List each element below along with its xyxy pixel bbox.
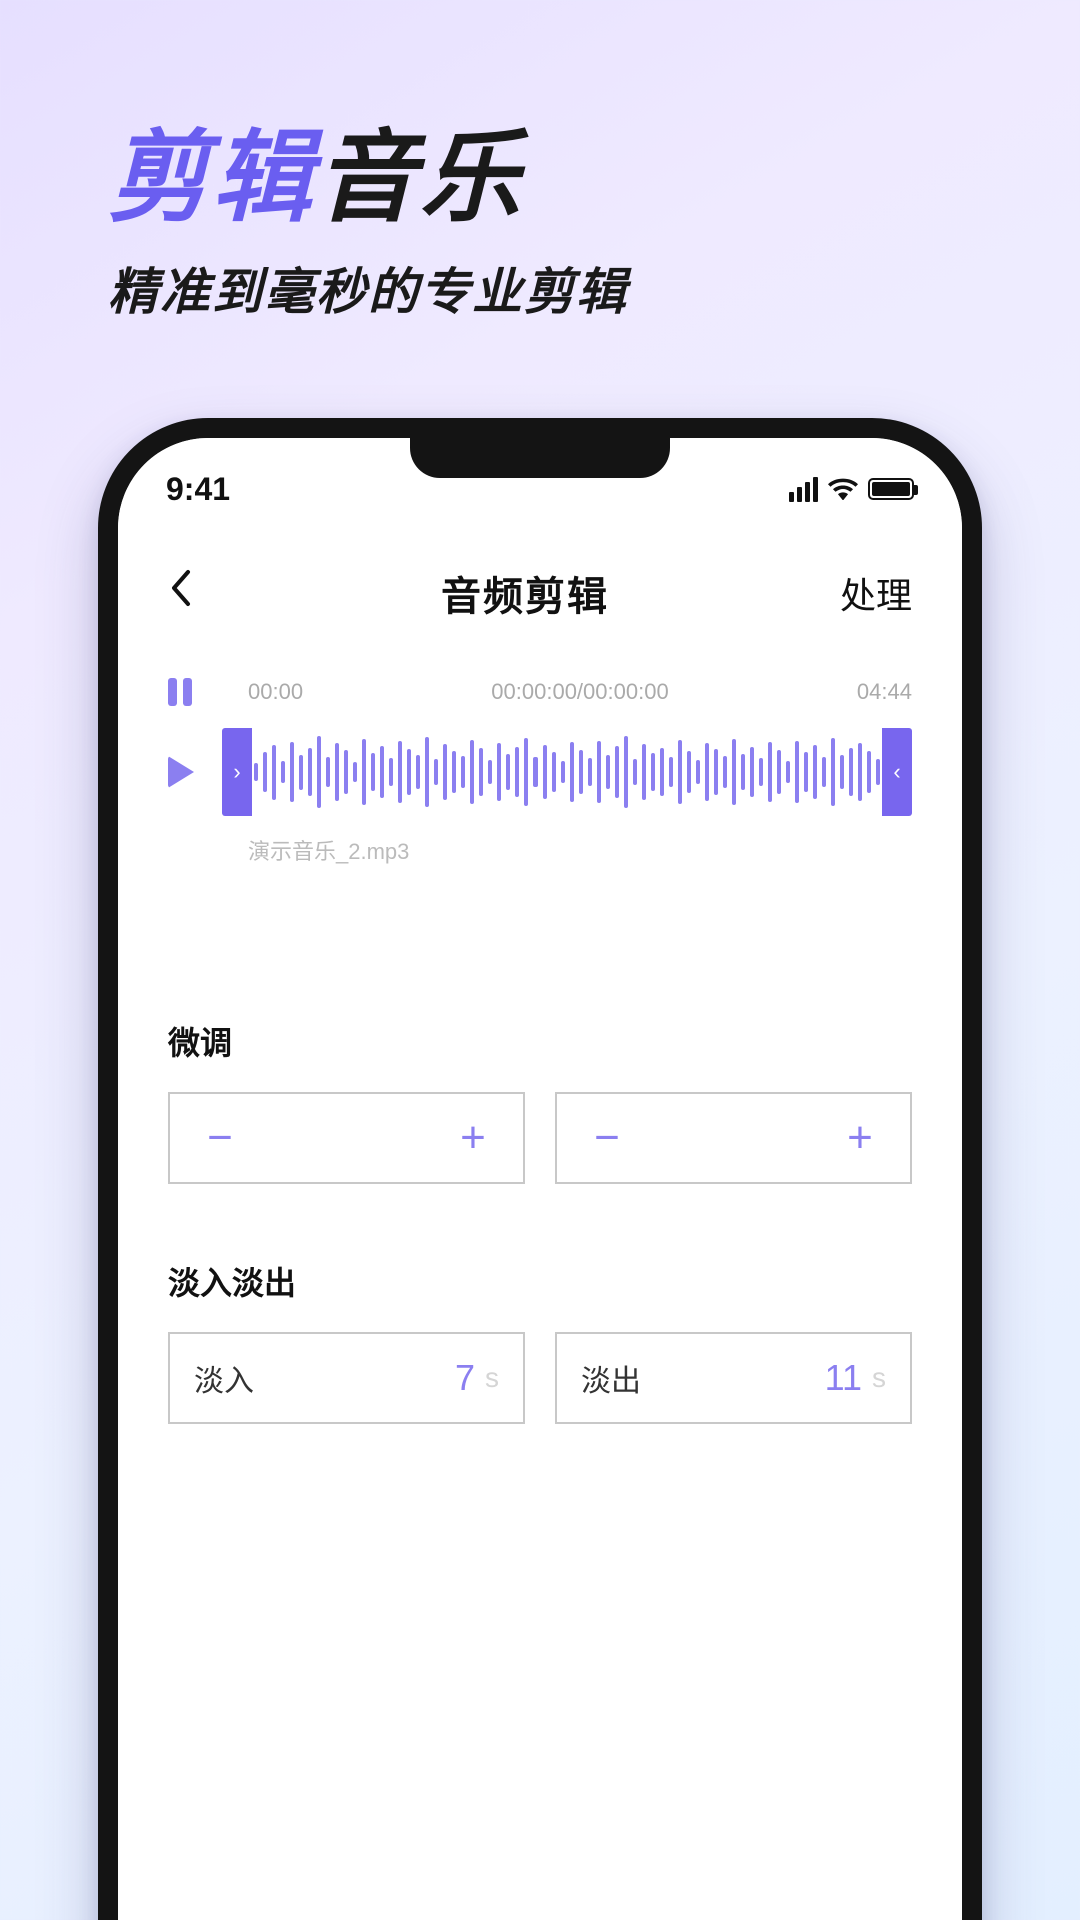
- hero-banner: 剪辑音乐 精准到毫秒的专业剪辑: [108, 128, 628, 324]
- fade-in-box[interactable]: 淡入 7 s: [168, 1332, 525, 1424]
- phone-notch: [410, 438, 670, 478]
- finetune-heading: 微调: [168, 1018, 912, 1064]
- play-button[interactable]: [168, 756, 194, 788]
- nav-header: 音频剪辑 处理: [118, 548, 962, 638]
- hero-title-accent: 剪辑: [108, 122, 316, 234]
- battery-icon: [868, 478, 914, 500]
- finetune-section: 微调 − + − +: [168, 1018, 912, 1184]
- pause-button[interactable]: [168, 678, 220, 706]
- trim-handle-left[interactable]: ›: [222, 728, 252, 816]
- hero-subtitle: 精准到毫秒的专业剪辑: [108, 252, 628, 324]
- page-title: 音频剪辑: [228, 564, 822, 622]
- status-indicators: [789, 477, 914, 502]
- fade-out-unit: s: [872, 1362, 886, 1394]
- finetune-right-plus[interactable]: +: [840, 1113, 880, 1163]
- status-time: 9:41: [166, 471, 230, 508]
- wifi-icon: [828, 478, 858, 501]
- hero-title-rest: 音乐: [316, 122, 524, 234]
- trim-handle-right[interactable]: ‹: [882, 728, 912, 816]
- fade-heading: 淡入淡出: [168, 1258, 912, 1304]
- cellular-signal-icon: [789, 477, 818, 502]
- waveform-row: › ‹: [168, 728, 912, 816]
- audio-editor: 00:00 00:00:00/00:00:00 04:44 › ‹ 演示音乐_2: [168, 678, 912, 866]
- finetune-left-stepper: − +: [168, 1092, 525, 1184]
- finetune-right-stepper: − +: [555, 1092, 912, 1184]
- time-row: 00:00 00:00:00/00:00:00 04:44: [168, 678, 912, 706]
- audio-filename: 演示音乐_2.mp3: [248, 834, 912, 866]
- chevron-left-icon: [168, 568, 192, 608]
- finetune-right-minus[interactable]: −: [587, 1113, 627, 1163]
- phone-screen: 9:41 音频剪辑 处理: [118, 438, 962, 1920]
- fade-out-box[interactable]: 淡出 11 s: [555, 1332, 912, 1424]
- fade-section: 淡入淡出 淡入 7 s 淡出 11 s: [168, 1258, 912, 1424]
- waveform-track[interactable]: › ‹: [222, 728, 912, 816]
- fade-out-value: 11: [651, 1357, 862, 1399]
- fade-in-unit: s: [485, 1362, 499, 1394]
- finetune-left-plus[interactable]: +: [453, 1113, 493, 1163]
- time-start: 00:00: [248, 679, 303, 705]
- time-position: 00:00:00/00:00:00: [491, 679, 668, 705]
- process-button[interactable]: 处理: [822, 567, 912, 619]
- hero-title: 剪辑音乐: [108, 128, 628, 228]
- back-button[interactable]: [168, 568, 228, 619]
- phone-mockup: 9:41 音频剪辑 处理: [98, 418, 982, 1920]
- fade-in-value: 7: [264, 1357, 475, 1399]
- fade-out-label: 淡出: [581, 1356, 641, 1400]
- time-end: 04:44: [857, 679, 912, 705]
- fade-in-label: 淡入: [194, 1356, 254, 1400]
- finetune-left-minus[interactable]: −: [200, 1113, 240, 1163]
- waveform[interactable]: [252, 728, 882, 816]
